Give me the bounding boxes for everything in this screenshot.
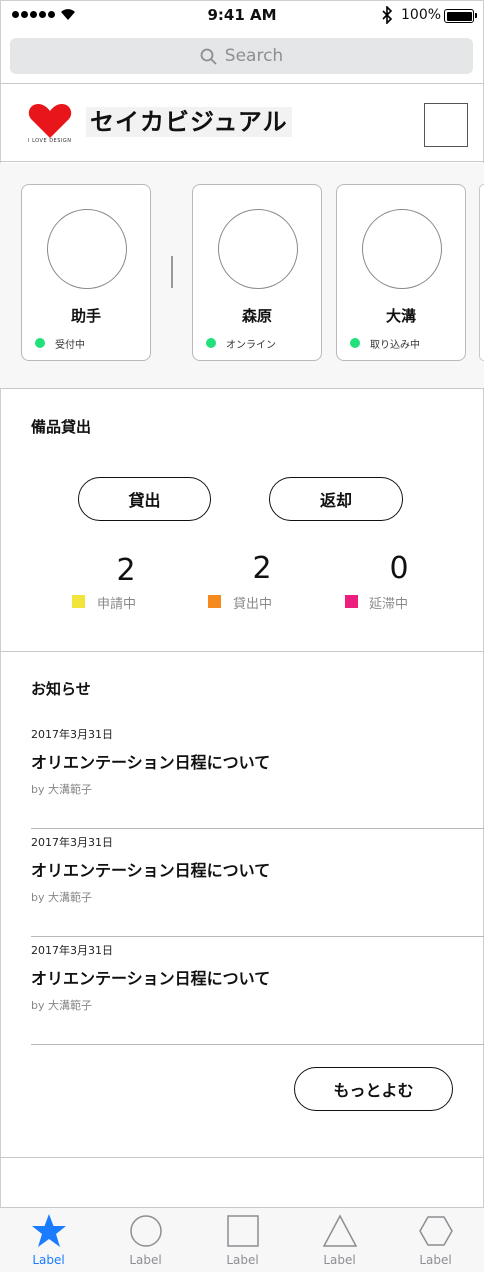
tab-hexagon[interactable]: Label xyxy=(387,1208,484,1272)
search-icon xyxy=(200,48,217,65)
tab-triangle[interactable]: Label xyxy=(291,1208,388,1272)
triangle-icon xyxy=(322,1214,358,1247)
status-indicator xyxy=(206,338,216,348)
staff-status: 取り込み中 xyxy=(370,340,420,351)
news-title: お知らせ xyxy=(31,680,91,698)
staff-name: 大溝 xyxy=(385,307,416,325)
app-header: I LOVE DESIGN セイカビジュアル xyxy=(0,85,484,162)
search-input[interactable]: Search xyxy=(10,38,473,74)
staff-card[interactable]: 森原 オンライン xyxy=(192,184,322,361)
read-more-button[interactable]: もっとよむ xyxy=(294,1067,453,1111)
tab-label: Label xyxy=(129,1253,162,1267)
status-indicator xyxy=(35,338,45,348)
menu-button[interactable] xyxy=(424,103,468,147)
overdue-count: 0 xyxy=(389,551,409,586)
return-button[interactable]: 返却 xyxy=(269,477,403,521)
heart-logo-icon[interactable] xyxy=(28,103,72,139)
news-headline: オリエンテーション日程について xyxy=(31,969,271,988)
news-item[interactable]: 2017年3月31日 オリエンテーション日程について by 大溝範子 xyxy=(31,721,484,829)
staff-status: オンライン xyxy=(226,340,276,351)
tab-star[interactable]: Label xyxy=(0,1208,97,1272)
tab-bar: Label Label Label Label Label xyxy=(0,1207,484,1272)
search-placeholder: Search xyxy=(224,46,284,66)
news-item[interactable]: 2017年3月31日 オリエンテーション日程について by 大溝範子 xyxy=(31,937,484,1045)
tab-label: Label xyxy=(226,1253,259,1267)
circle-icon xyxy=(130,1215,162,1247)
bluetooth-icon xyxy=(382,6,393,24)
staff-carousel[interactable]: 助手 受付中 森原 オンライン 大溝 取り込み中 xyxy=(0,163,484,389)
lent-label: 貸出中 xyxy=(233,597,273,612)
avatar xyxy=(47,209,127,289)
lent-count: 2 xyxy=(252,551,272,586)
avatar xyxy=(362,209,442,289)
tab-label: Label xyxy=(419,1253,452,1267)
staff-card[interactable]: 助手 受付中 xyxy=(21,184,151,361)
staff-name: 助手 xyxy=(70,307,101,325)
lend-button[interactable]: 貸出 xyxy=(78,477,211,521)
news-date: 2017年3月31日 xyxy=(31,944,113,957)
tab-circle[interactable]: Label xyxy=(97,1208,194,1272)
staff-card[interactable]: 大溝 取り込み中 xyxy=(336,184,466,361)
star-icon xyxy=(32,1214,66,1247)
square-icon xyxy=(227,1215,259,1247)
logo-tagline: I LOVE DESIGN xyxy=(28,138,72,144)
news-section: お知らせ 2017年3月31日 オリエンテーション日程について by 大溝範子 … xyxy=(0,652,484,1158)
avatar xyxy=(218,209,298,289)
battery-percent: 100% xyxy=(401,7,442,23)
legend-swatch-lent xyxy=(208,595,221,608)
tab-label: Label xyxy=(323,1253,356,1267)
staff-name: 森原 xyxy=(241,307,272,325)
overdue-label: 延滞中 xyxy=(369,597,409,612)
status-indicator xyxy=(350,338,360,348)
staff-status: 受付中 xyxy=(55,340,85,351)
news-date: 2017年3月31日 xyxy=(31,836,113,849)
requested-label: 申請中 xyxy=(97,597,137,612)
tab-square[interactable]: Label xyxy=(194,1208,291,1272)
news-headline: オリエンテーション日程について xyxy=(31,753,271,772)
requested-count: 2 xyxy=(116,553,136,588)
status-bar: 9:41 AM 100% xyxy=(0,0,484,32)
news-author: by 大溝範子 xyxy=(31,783,92,796)
staff-card-peek xyxy=(479,184,484,361)
logo-text: セイカビジュアル xyxy=(86,107,292,137)
legend-swatch-overdue xyxy=(345,595,358,608)
news-date: 2017年3月31日 xyxy=(31,728,113,741)
news-headline: オリエンテーション日程について xyxy=(31,861,271,880)
carousel-divider xyxy=(171,256,173,288)
equipment-section: 備品貸出 貸出 返却 2 申請中 2 貸出中 0 延滞中 xyxy=(0,390,484,652)
legend-swatch-requested xyxy=(72,595,85,608)
search-bar-container: Search xyxy=(0,32,484,84)
tab-label: Label xyxy=(32,1253,65,1267)
news-item[interactable]: 2017年3月31日 オリエンテーション日程について by 大溝範子 xyxy=(31,829,484,937)
news-author: by 大溝範子 xyxy=(31,999,92,1012)
hexagon-icon xyxy=(419,1216,453,1246)
equipment-title: 備品貸出 xyxy=(31,418,92,436)
news-author: by 大溝範子 xyxy=(31,891,92,904)
battery-icon xyxy=(444,9,477,23)
